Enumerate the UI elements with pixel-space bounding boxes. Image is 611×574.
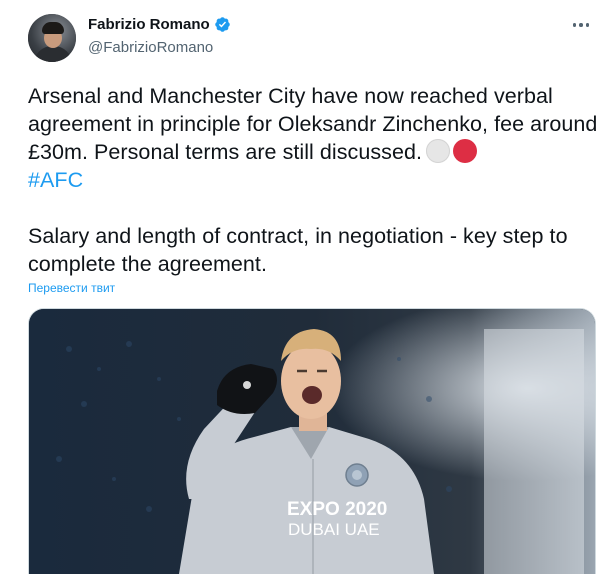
tweet-media-photo[interactable]: EXPO 2020 DUBAI UAE — [28, 308, 596, 574]
author-display-name[interactable]: Fabrizio Romano — [88, 16, 210, 33]
verified-badge-icon — [214, 17, 230, 32]
shirt-sponsor-line-2: DUBAI UAE — [288, 520, 380, 539]
author-avatar[interactable] — [28, 14, 76, 62]
author-name-row[interactable]: Fabrizio Romano — [88, 16, 231, 33]
tweet-text: Arsenal and Manchester City have now rea… — [28, 82, 598, 278]
hashtag-link[interactable]: #AFC — [28, 168, 83, 192]
red-circle-emoji-icon — [452, 139, 477, 163]
more-options-icon[interactable] — [569, 17, 593, 33]
football-player-photo: EXPO 2020 DUBAI UAE — [29, 309, 595, 574]
white-circle-emoji-icon — [425, 139, 450, 163]
tweet-text-main: Arsenal and Manchester City have now rea… — [28, 84, 598, 164]
translate-tweet-link[interactable]: Перевести твит — [28, 281, 115, 295]
author-handle[interactable]: @FabrizioRomano — [88, 39, 213, 56]
tweet-paragraph-1: Arsenal and Manchester City have now rea… — [28, 82, 598, 194]
shirt-sponsor-line-1: EXPO 2020 — [287, 499, 387, 520]
tweet-card[interactable]: Fabrizio Romano @FabrizioRomano Arsenal … — [0, 0, 611, 574]
tweet-paragraph-2: Salary and length of contract, in negoti… — [28, 224, 568, 276]
